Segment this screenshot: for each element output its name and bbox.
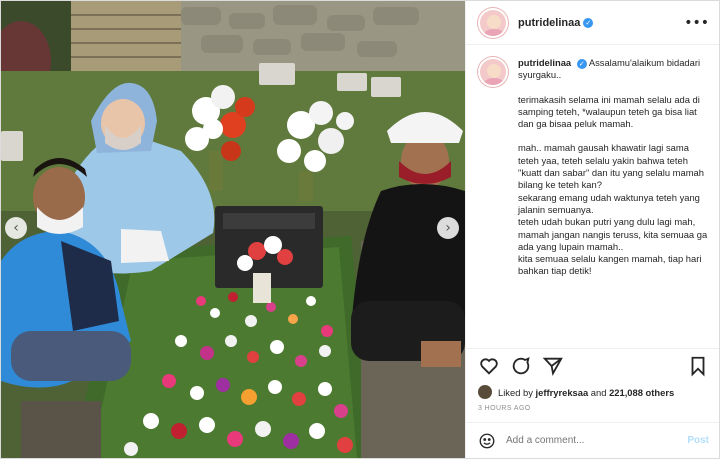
liker-username-link[interactable]: jeffryreksaa xyxy=(536,387,589,398)
caption-line: kita semuaa selalu kangen mamah, tiap ha… xyxy=(518,253,702,277)
avatar[interactable] xyxy=(478,7,508,38)
comment-icon[interactable] xyxy=(510,355,532,377)
bookmark-icon[interactable] xyxy=(687,355,709,377)
verified-badge-icon: ✓ xyxy=(583,17,594,28)
grave-visit-photo xyxy=(1,1,465,458)
caption-avatar[interactable] xyxy=(478,57,508,87)
likes-prefix: Liked by xyxy=(498,386,533,398)
more-options-icon[interactable]: ••• xyxy=(684,15,709,31)
post-timestamp[interactable]: 3 HOURS AGO xyxy=(466,402,719,422)
caption-line: sekarang emang udah waktunya teteh yang … xyxy=(518,191,700,215)
comment-bar: Post xyxy=(466,422,719,458)
caption-line: mah.. mamah gausah khawatir lagi sama te… xyxy=(518,142,704,191)
username-link[interactable]: putridelinaa xyxy=(518,17,580,29)
caption-username-link[interactable]: putridelinaa xyxy=(518,57,571,68)
comment-input[interactable] xyxy=(506,435,688,446)
caption-paragraph: mah.. mamah gausah khawatir lagi sama te… xyxy=(518,142,709,191)
emoji-icon[interactable] xyxy=(478,432,496,450)
caption-first-line: putridelinaa ✓ Assalamu'alaikum bidadari… xyxy=(518,57,709,82)
liker-avatar[interactable] xyxy=(478,385,492,399)
post-comment-button[interactable]: Post xyxy=(687,435,709,446)
post-photo[interactable]: ‹ › xyxy=(1,1,465,458)
heart-icon[interactable] xyxy=(478,355,500,377)
post-side-panel: putridelinaa ✓ ••• putridelinaa ✓ Assala… xyxy=(465,1,719,458)
caption-line: teteh udah bukan putri yang dulu lagi ma… xyxy=(518,216,696,228)
instagram-post-frame: ‹ › putridelinaa ✓ ••• putridelinaa ✓ As… xyxy=(0,0,720,459)
carousel-prev-button[interactable]: ‹ xyxy=(5,217,27,239)
caption-line: mamah jangan nangis teruss, kita semuaa … xyxy=(518,228,708,252)
post-actions-bar xyxy=(466,348,719,382)
likes-joiner: and xyxy=(590,386,607,398)
share-icon[interactable] xyxy=(542,355,564,377)
carousel-next-button[interactable]: › xyxy=(437,217,459,239)
post-header: putridelinaa ✓ ••• xyxy=(466,1,719,45)
likes-count-link[interactable]: 221,088 others xyxy=(609,387,674,398)
likes-summary: Liked by jeffryreksaa and 221,088 others xyxy=(466,382,719,402)
caption-line: terimakasih selama ini mamah selalu ada … xyxy=(518,93,700,130)
caption-verified-badge-icon: ✓ xyxy=(576,59,587,69)
caption-body: putridelinaa ✓ Assalamu'alaikum bidadari… xyxy=(518,57,709,348)
caption-area: putridelinaa ✓ Assalamu'alaikum bidadari… xyxy=(466,45,719,348)
